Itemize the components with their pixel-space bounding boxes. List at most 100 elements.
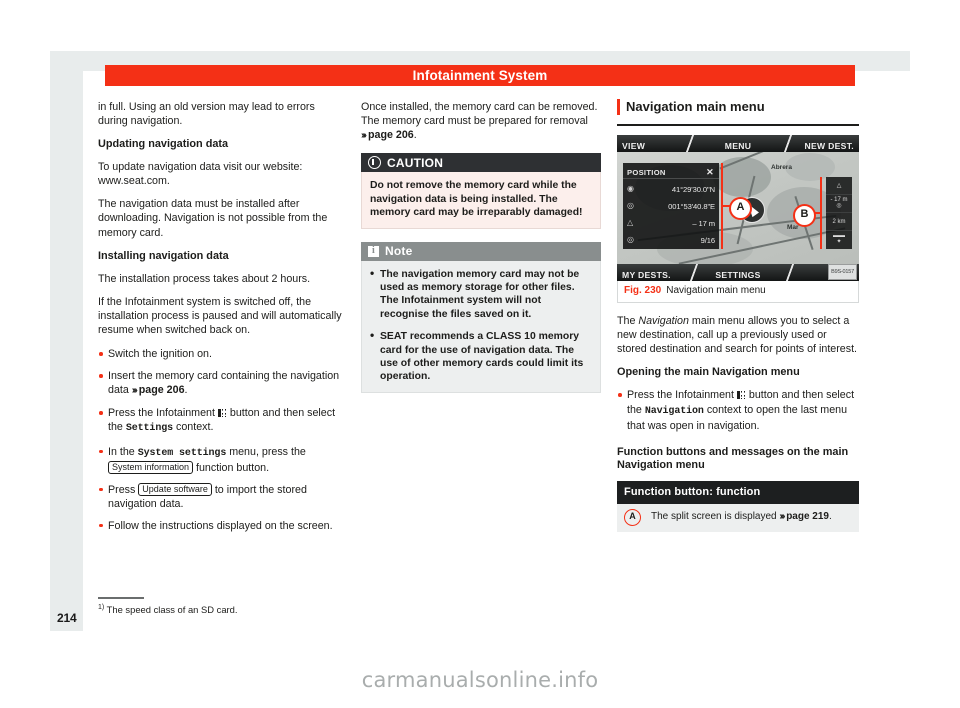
- section-rule: [617, 124, 859, 127]
- cross-reference[interactable]: ››› page 219: [779, 511, 829, 522]
- paragraph-install-pause: If the Infotainment system is switched o…: [98, 295, 342, 336]
- longitude-icon: ◎: [627, 201, 634, 211]
- note-body: The navigation memory card may not be us…: [361, 260, 601, 393]
- column-middle: Once installed, the memory card can be r…: [361, 100, 601, 406]
- cross-reference[interactable]: ››› page 206: [132, 384, 185, 396]
- position-row-latitude: ◉ 41°29'30.0"N: [623, 179, 719, 196]
- chapter-header-bar: Infotainment System: [105, 65, 855, 86]
- column-right: Navigation main menu Abrera Mar VIEW MEN…: [617, 98, 859, 532]
- function-text-end: .: [829, 511, 832, 523]
- list-item: Press the Infotainment button and then s…: [98, 406, 346, 436]
- side-button-scale-label: 2 km: [832, 219, 846, 226]
- gps-icon: ◎: [627, 235, 634, 245]
- function-table: Function button: function A The split sc…: [617, 480, 859, 532]
- infotainment-icon: [736, 391, 746, 400]
- step-text-mid: menu, press the: [226, 445, 306, 458]
- caution-title: CAUTION: [387, 155, 444, 170]
- footnote-divider: [98, 597, 144, 599]
- note-item-text: SEAT recommends a CLASS 10 memory card f…: [380, 331, 584, 383]
- function-table-header: Function button: function: [617, 480, 859, 504]
- paragraph-intro: in full. Using an old version may lead t…: [98, 101, 315, 128]
- footnote-text: The speed class of an SD card.: [106, 604, 238, 616]
- list-item: The navigation memory card may not be us…: [370, 267, 592, 322]
- table-row: A The split screen is displayed ››› page…: [617, 503, 859, 532]
- once-installed-text: Once installed, the memory card can be r…: [361, 101, 598, 128]
- update-website-url: www.seat.com.: [98, 175, 170, 188]
- image-code: B9S-0157: [828, 264, 857, 281]
- position-row-gps: ◎ 9/16: [623, 230, 719, 247]
- cross-reference[interactable]: ››› page 206: [361, 129, 414, 141]
- side-button-scale[interactable]: 2 km ▬▬: [826, 213, 852, 239]
- cross-reference-label: page 206: [367, 129, 414, 142]
- screen-button-new-dest[interactable]: NEW DEST.: [805, 139, 855, 153]
- step-text-end: context.: [173, 421, 214, 434]
- column-left: in full. Using an old version may lead t…: [98, 100, 346, 541]
- opening-steps-list: Press the Infotainment button and then s…: [617, 388, 859, 432]
- step-text: Press the Infotainment: [108, 407, 218, 420]
- list-item: Press Update software to import the stor…: [98, 482, 346, 511]
- side-button-panel: △ - 17 m ◎ 2 km ▬▬ ✦: [826, 177, 852, 250]
- chevrons-icon: ›››: [779, 511, 785, 523]
- softkey-update-software[interactable]: Update software: [138, 482, 212, 496]
- latitude-value: 41°29'30.0"N: [671, 185, 715, 195]
- gps-value: 9/16: [700, 236, 715, 246]
- latitude-icon: ◉: [627, 184, 634, 194]
- position-row-longitude: ◎ 001°53'40.8"E: [623, 196, 719, 213]
- step-text: Press: [108, 483, 139, 496]
- figure-caption: Fig. 230 Navigation main menu: [617, 281, 859, 304]
- list-item: Insert the memory card containing the na…: [98, 369, 346, 398]
- once-installed-end: .: [413, 129, 417, 142]
- side-button-altitude[interactable]: △ - 17 m: [826, 177, 852, 203]
- description-lead: The: [617, 315, 639, 328]
- list-item: Press the Infotainment button and then s…: [617, 388, 859, 432]
- marker-a: A: [729, 197, 752, 221]
- menu-name: System settings: [137, 447, 227, 459]
- paragraph-install-after-download: The navigation data must be installed af…: [98, 198, 328, 239]
- marker-b: B: [793, 204, 816, 228]
- watermark: carmanualsonline.info: [361, 668, 599, 692]
- section-title: Navigation main menu: [617, 98, 859, 116]
- chevrons-icon: ›››: [361, 130, 367, 142]
- caution-body: Do not remove the memory card while the …: [361, 172, 601, 229]
- step-text: Press the Infotainment: [627, 389, 737, 402]
- caution-box-header: CAUTION: [361, 153, 601, 173]
- cross-reference-label: page 206: [138, 384, 185, 397]
- step-text: In the: [108, 445, 138, 458]
- heading-installing-navigation-data: Installing navigation data: [98, 249, 229, 262]
- step-text: Switch the ignition on.: [108, 348, 212, 361]
- list-item: SEAT recommends a CLASS 10 memory card f…: [370, 329, 592, 384]
- longitude-value: 001°53'40.8"E: [668, 202, 715, 212]
- altitude-icon: △: [627, 218, 634, 228]
- update-website-text: To update navigation data visit our webs…: [98, 161, 303, 174]
- close-icon[interactable]: ✕: [706, 165, 714, 179]
- function-row-text: The split screen is displayed ››› page 2…: [651, 510, 832, 524]
- footnote: 1) The speed class of an SD card.: [98, 604, 398, 615]
- menu-name: Navigation: [644, 405, 704, 417]
- description-emphasis: Navigation: [638, 315, 689, 328]
- paragraph-navigation-description: The Navigation main menu allows you to s…: [617, 314, 859, 356]
- position-panel-header: POSITION ✕: [623, 163, 719, 180]
- heading-function-buttons: Function buttons and messages on the mai…: [617, 445, 849, 471]
- info-icon: [368, 244, 379, 258]
- position-panel-title: POSITION: [627, 168, 666, 178]
- function-text: The split screen is displayed: [651, 511, 780, 523]
- softkey-system-information[interactable]: System information: [108, 460, 194, 474]
- paragraph-update-website: To update navigation data visit our webs…: [98, 160, 346, 188]
- list-item: In the System settings menu, press the S…: [98, 445, 346, 475]
- figure-number: Fig. 230: [624, 285, 662, 297]
- altitude-value: – 17 m: [692, 219, 715, 229]
- map-label: Abrera: [771, 164, 792, 172]
- footnote-marker: 1): [98, 604, 105, 611]
- menu-name: Settings: [125, 423, 174, 435]
- note-box-header: Note: [361, 241, 601, 261]
- screen-button-settings[interactable]: SETTINGS: [617, 268, 859, 282]
- figure-navigation-main-menu: Abrera Mar VIEW MENU NEW DEST. POSITION …: [617, 135, 859, 304]
- install-steps-list: Switch the ignition on. Insert the memor…: [98, 347, 346, 533]
- page-number: 214: [57, 611, 77, 625]
- screen-top-bar: VIEW MENU NEW DEST.: [617, 135, 859, 153]
- list-item: Follow the instructions displayed on the…: [98, 519, 346, 533]
- function-key-a: A: [624, 508, 641, 526]
- navigation-screen-image: Abrera Mar VIEW MENU NEW DEST. POSITION …: [617, 135, 859, 282]
- caution-box: CAUTION Do not remove the memory card wh…: [361, 153, 601, 229]
- infotainment-icon: [217, 409, 227, 418]
